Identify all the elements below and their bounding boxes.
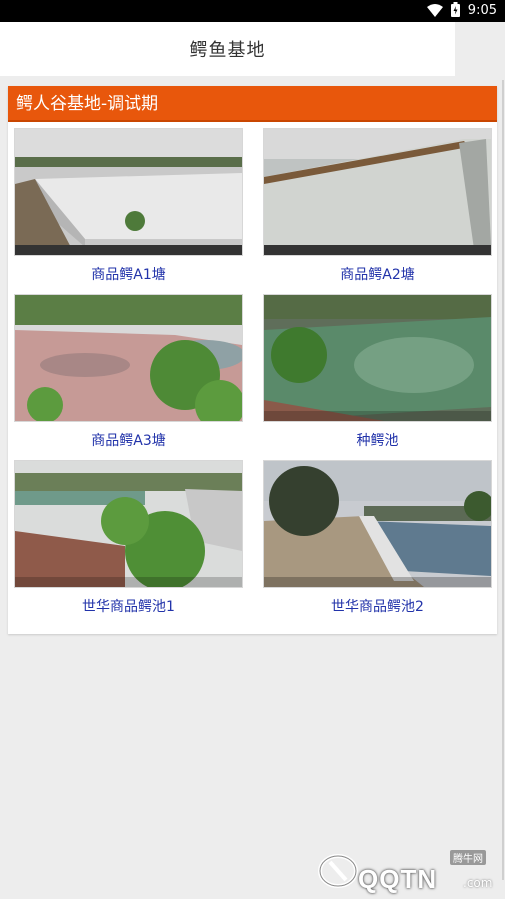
camera-tile[interactable]: 商品鳄A1塘 [14, 128, 243, 288]
status-time: 9:05 [467, 3, 497, 18]
camera-tile[interactable]: 世华商品鳄池2 [263, 460, 492, 620]
status-bar: 9:05 [0, 0, 505, 22]
camera-thumbnail[interactable] [263, 128, 492, 256]
wifi-icon [426, 2, 443, 21]
camera-thumbnail[interactable] [263, 460, 492, 588]
camera-tile[interactable]: 世华商品鳄池1 [14, 460, 243, 620]
camera-label[interactable]: 商品鳄A2塘 [263, 264, 492, 284]
qqtn-logo-icon [318, 854, 358, 892]
app-bar: 鳄鱼基地 [0, 22, 455, 76]
section-header: 鳄人谷基地-调试期 [8, 86, 497, 122]
camera-label[interactable]: 商品鳄A3塘 [14, 430, 243, 450]
battery-icon [450, 1, 460, 21]
camera-label[interactable]: 世华商品鳄池2 [263, 596, 492, 616]
camera-tile[interactable]: 种鳄池 [263, 294, 492, 454]
watermark-brand: QQTN [358, 864, 438, 894]
camera-label[interactable]: 商品鳄A1塘 [14, 264, 243, 284]
watermark-domain: .com [463, 876, 493, 890]
camera-label[interactable]: 种鳄池 [263, 430, 492, 450]
camera-thumbnail[interactable] [14, 128, 243, 256]
page-title: 鳄鱼基地 [189, 40, 266, 61]
camera-thumbnail[interactable] [14, 294, 243, 422]
camera-label[interactable]: 世华商品鳄池1 [14, 596, 243, 616]
camera-section-card: 鳄人谷基地-调试期 商品鳄A1塘 商品鳄A2塘 商品鳄A3塘 种鳄池 世华商品鳄… [8, 86, 497, 634]
camera-tile[interactable]: 商品鳄A3塘 [14, 294, 243, 454]
scrollbar[interactable] [502, 80, 504, 880]
camera-tile[interactable]: 商品鳄A2塘 [263, 128, 492, 288]
watermark-subtitle: 腾牛网 [450, 850, 486, 865]
watermark: QQTN 腾牛网 .com [318, 848, 498, 894]
camera-thumbnail[interactable] [14, 460, 243, 588]
camera-thumbnail[interactable] [263, 294, 492, 422]
